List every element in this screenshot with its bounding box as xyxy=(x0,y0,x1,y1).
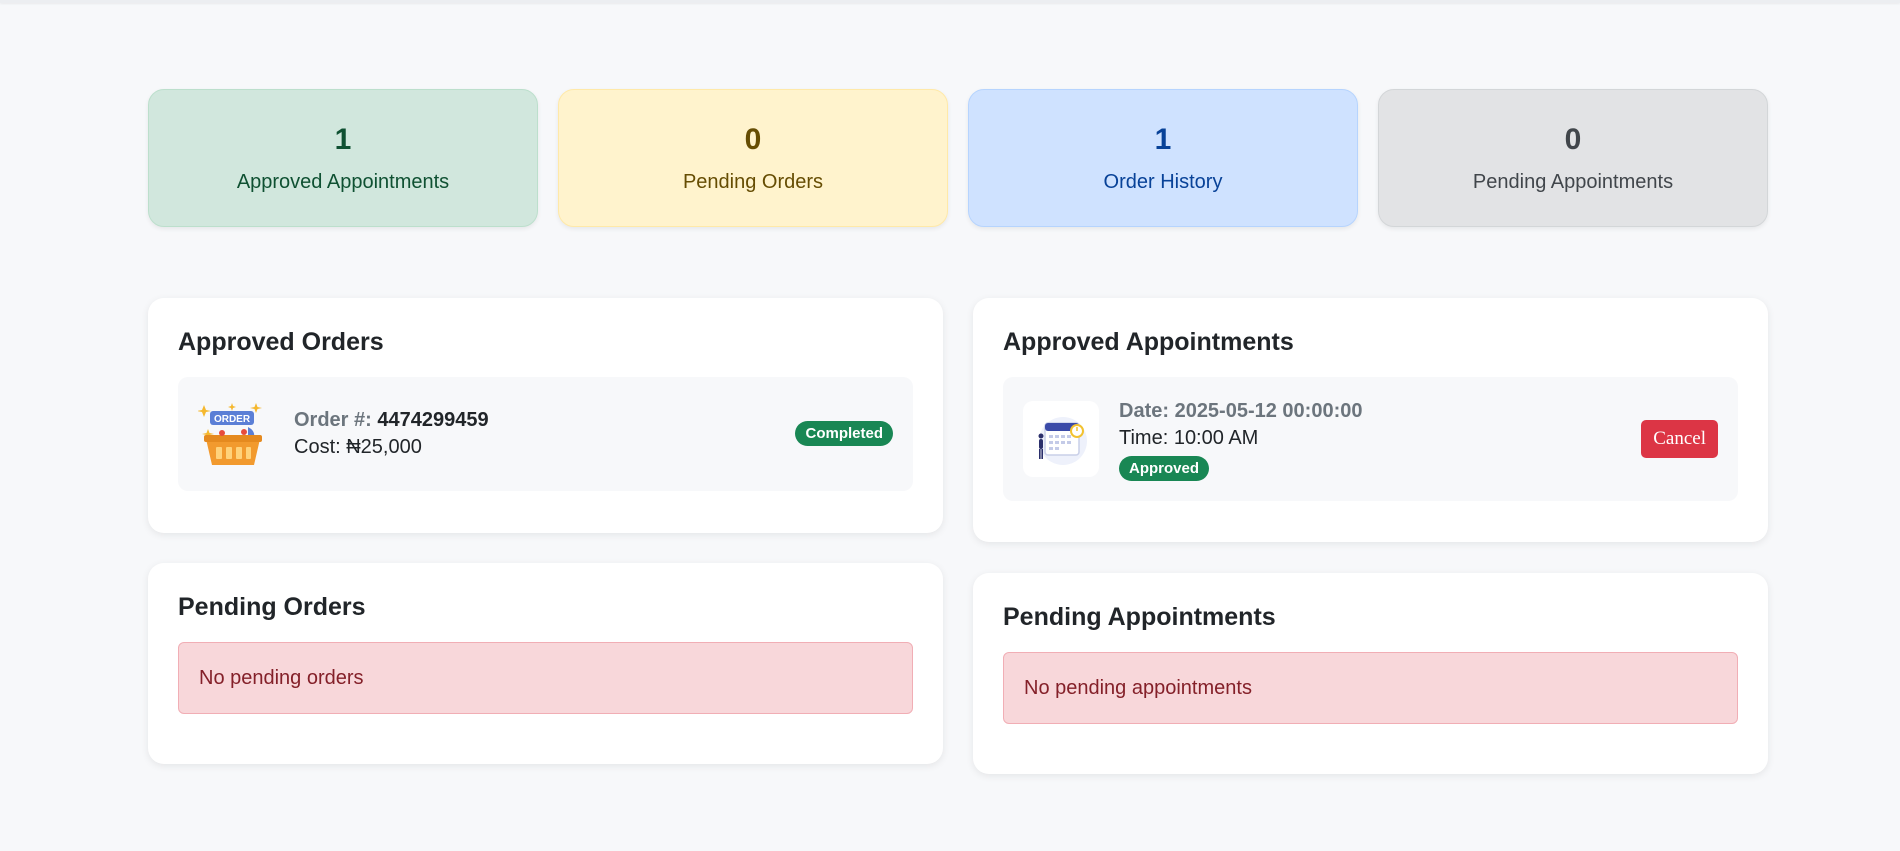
top-divider xyxy=(0,0,1900,3)
order-cost: Cost: ₦25,000 xyxy=(294,436,422,458)
panel-title: Approved Orders xyxy=(178,328,384,356)
stat-label: Pending Orders xyxy=(682,170,824,193)
stats-row: 1 Approved Appointments 0 Pending Orders… xyxy=(148,89,1768,227)
cancel-button[interactable]: Cancel xyxy=(1641,420,1718,458)
order-badge-text: ORDER xyxy=(214,414,251,425)
panel-title: Pending Appointments xyxy=(1003,603,1276,631)
empty-alert: No pending orders xyxy=(178,642,913,714)
approved-orders-panel: Approved Orders ORDER Order #: 447429945… xyxy=(148,298,943,533)
order-basket-icon: ORDER xyxy=(198,403,262,465)
stat-value: 1 xyxy=(1154,122,1172,156)
pending-orders-panel: Pending Orders No pending orders xyxy=(148,563,943,764)
status-badge: Completed xyxy=(795,421,893,446)
order-number: 4474299459 xyxy=(377,409,489,431)
order-item[interactable]: ORDER Order #: 4474299459 Cost: ₦25,000 … xyxy=(178,377,913,491)
approved-appointments-panel: Approved Appointments Date: 2025-05-12 0… xyxy=(973,298,1768,542)
pending-appointments-panel: Pending Appointments No pending appointm… xyxy=(973,573,1768,774)
stat-card-pending-orders[interactable]: 0 Pending Orders xyxy=(558,89,948,227)
stat-label: Approved Appointments xyxy=(236,170,450,193)
stat-card-pending-appointments[interactable]: 0 Pending Appointments xyxy=(1378,89,1768,227)
stat-value: 0 xyxy=(744,122,762,156)
status-badge: Approved xyxy=(1119,455,1210,481)
order-number-line: Order #: 4474299459 xyxy=(294,407,489,434)
appointment-item[interactable]: Date: 2025-05-12 00:00:00 Time: 10:00 AM… xyxy=(1003,377,1738,501)
order-number-label: Order #: xyxy=(294,409,372,431)
panel-title: Approved Appointments xyxy=(1003,328,1294,356)
empty-alert: No pending appointments xyxy=(1003,652,1738,724)
panel-title: Pending Orders xyxy=(178,593,366,621)
stat-value: 0 xyxy=(1564,122,1582,156)
appointment-date: Date: 2025-05-12 00:00:00 xyxy=(1119,399,1363,422)
stat-card-approved-appointments[interactable]: 1 Approved Appointments xyxy=(148,89,538,227)
calendar-illustration-icon xyxy=(1038,417,1087,465)
appointment-info: Date: 2025-05-12 00:00:00 Time: 10:00 AM… xyxy=(1119,398,1363,481)
stat-label: Pending Appointments xyxy=(1472,170,1674,193)
appointment-time: Time: 10:00 AM xyxy=(1119,426,1259,449)
stat-card-order-history[interactable]: 1 Order History xyxy=(968,89,1358,227)
stat-value: 1 xyxy=(334,122,352,156)
order-info: Order #: 4474299459 Cost: ₦25,000 xyxy=(294,407,489,461)
stat-label: Order History xyxy=(1103,170,1223,193)
appointment-thumbnail xyxy=(1023,401,1099,477)
